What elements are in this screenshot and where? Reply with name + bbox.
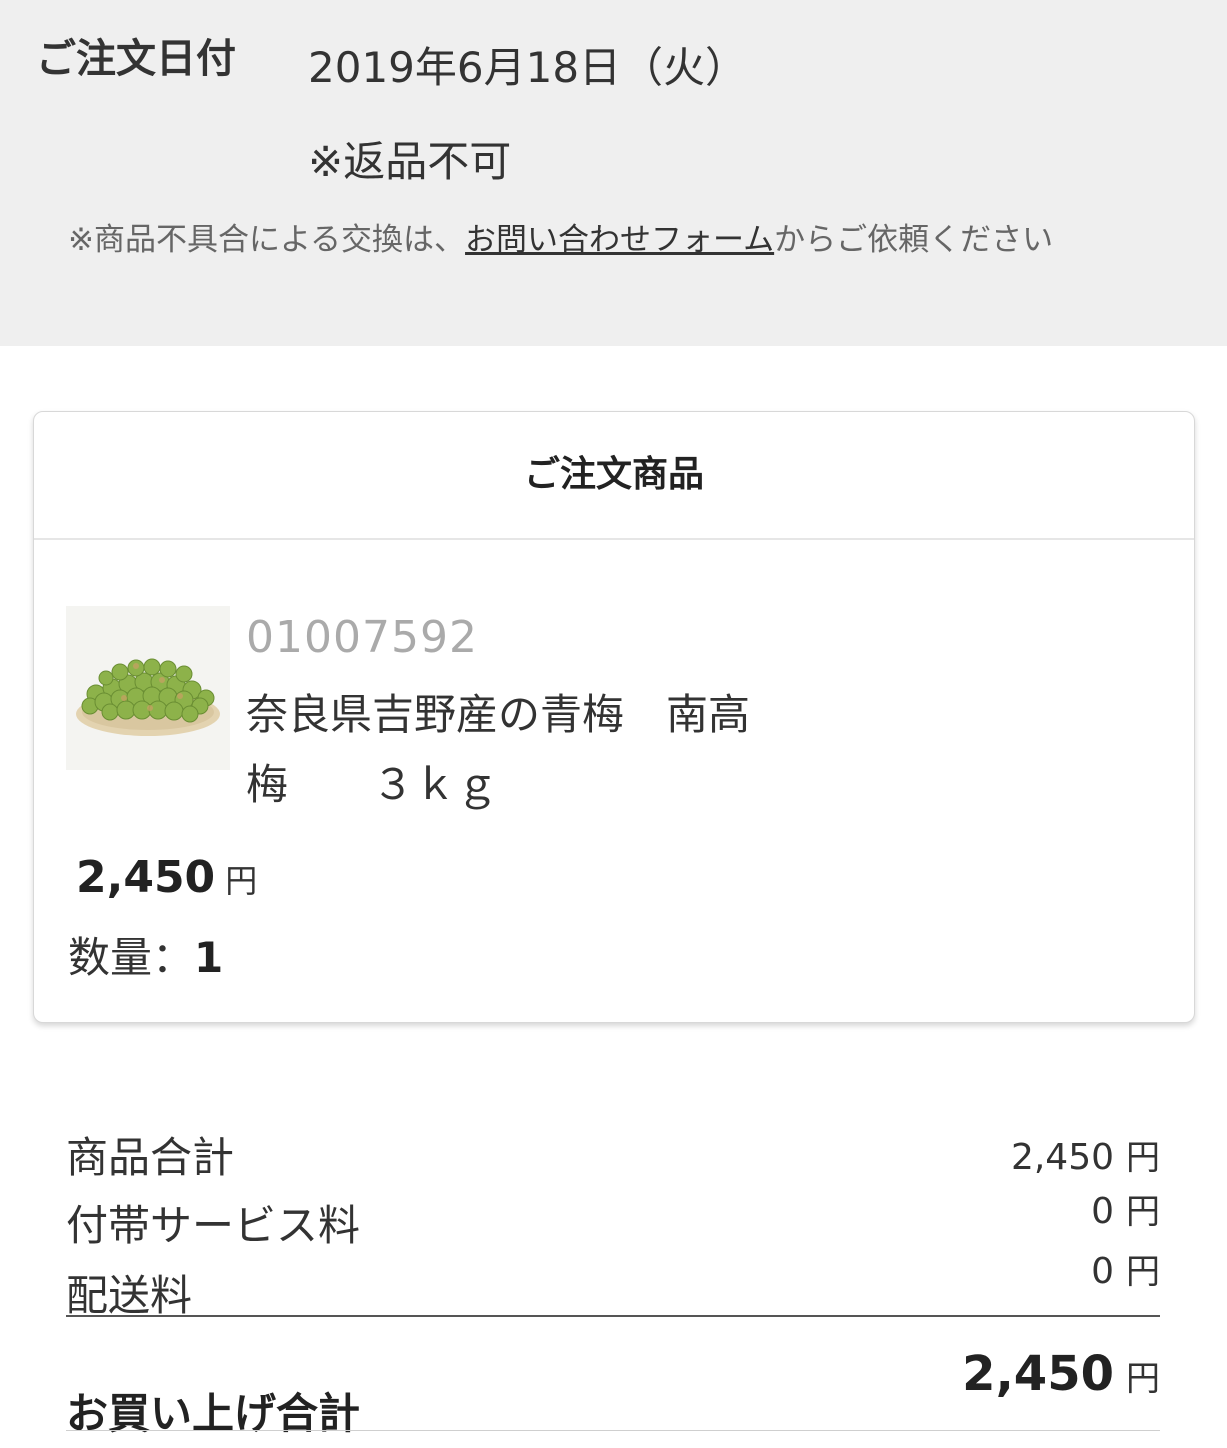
summary-label: 配送料 [66, 1271, 193, 1320]
product-name[interactable]: 奈良県吉野産の青梅 南高 梅 ３ｋｇ [246, 680, 846, 820]
summary-row-service-fee: 付帯サービス料 0円 [66, 1191, 1160, 1252]
product-price-unit: 円 [225, 862, 258, 900]
no-return-notice: ※返品不可 [308, 137, 512, 186]
product-code: 01007592 [246, 612, 478, 663]
quantity-value: 1 [194, 933, 224, 982]
contact-form-link[interactable]: お問い合わせフォーム [465, 222, 774, 258]
ordered-products-card: ご注文商品 01007592 奈良県吉野産の青梅 南高 梅 ３ｋｇ 2,450 … [33, 411, 1195, 1023]
summary-value: 0円 [1091, 1244, 1160, 1293]
summary-label: 商品合計 [66, 1133, 235, 1182]
product-thumbnail[interactable] [66, 606, 230, 770]
summary-label: 付帯サービス料 [66, 1201, 361, 1250]
product-quantity: 数量：1 [68, 924, 223, 985]
summary-amount: 0 [1091, 1191, 1114, 1232]
summary-value: 2,450 円 [1011, 1130, 1160, 1179]
exchange-notice-prefix: ※商品不具合による交換は、 [68, 222, 466, 258]
total-value: 2,450 円 [962, 1346, 1160, 1402]
summary-value: 0円 [1091, 1184, 1160, 1233]
ume-plums-image [66, 606, 230, 770]
summary-row-subtotal: 商品合計 2,450 円 [66, 1124, 1160, 1184]
total-label: お買い上げ合計 [66, 1389, 361, 1438]
summary-row-shipping: 配送料 0円 [66, 1251, 1160, 1322]
summary-amount: 2,450 [1010, 1137, 1114, 1178]
total-amount: 2,450 [962, 1346, 1114, 1402]
order-date-label: ご注文日付 [36, 36, 236, 82]
exchange-notice-suffix: からご依頼ください [774, 222, 1054, 258]
quantity-label: 数量： [68, 933, 195, 982]
summary-unit: 円 [1126, 1252, 1160, 1292]
product-price-value: 2,450 [76, 852, 216, 903]
total-unit: 円 [1126, 1359, 1160, 1399]
exchange-notice: ※商品不具合による交換は、お問い合わせフォームからご依頼ください [68, 216, 1158, 264]
summary-unit: 円 [1126, 1192, 1160, 1232]
summary-divider [66, 1315, 1160, 1317]
order-info-panel: ご注文日付 2019年6月18日（火） ※返品不可 ※商品不具合による交換は、お… [0, 0, 1227, 346]
summary-unit: 円 [1126, 1138, 1160, 1178]
summary-amount: 0 [1091, 1251, 1114, 1292]
product-price: 2,450 円 [76, 852, 257, 903]
card-title: ご注文商品 [34, 412, 1194, 540]
order-date-value: 2019年6月18日（火） [308, 43, 748, 92]
total-divider [66, 1430, 1160, 1431]
